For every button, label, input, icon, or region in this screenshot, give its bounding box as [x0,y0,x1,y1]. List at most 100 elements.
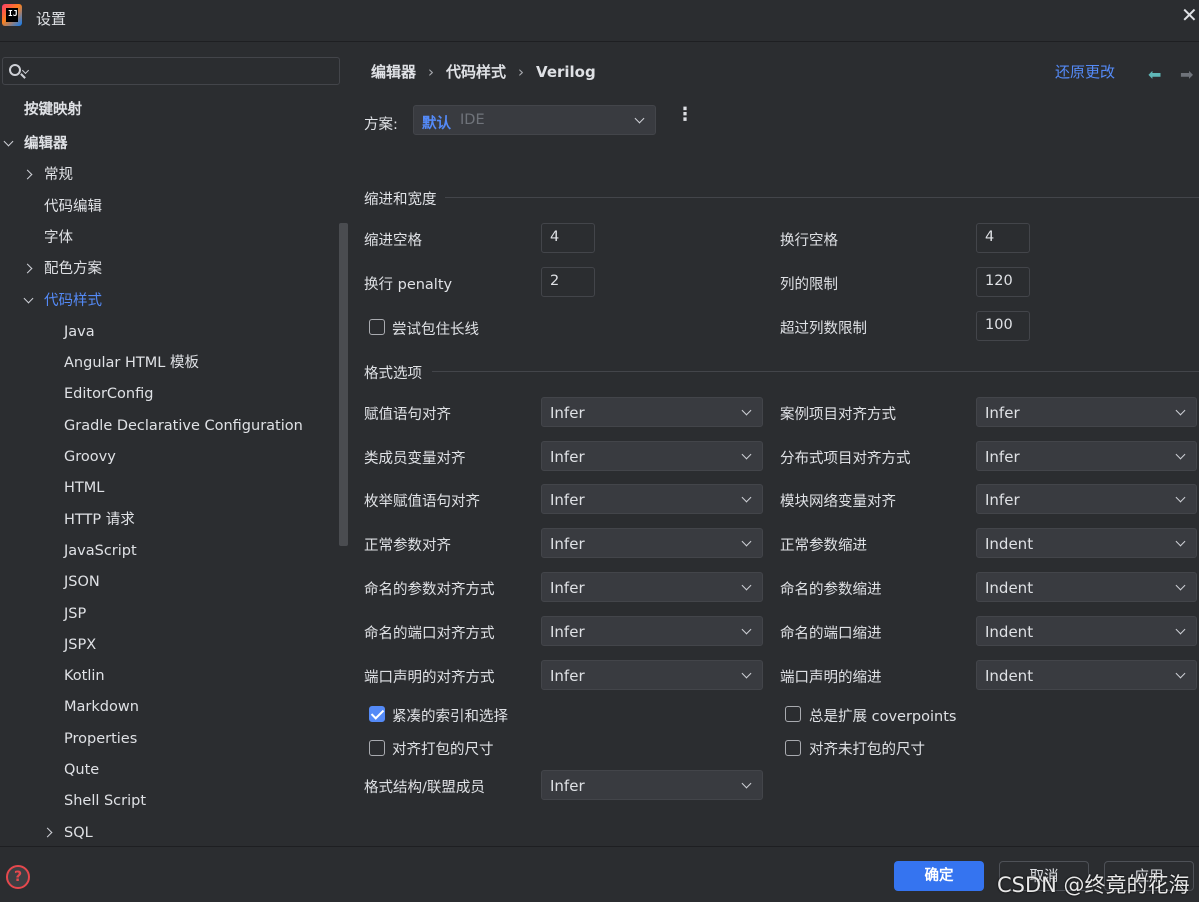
align-packed-label: 对齐打包的尺寸 [392,742,494,758]
chevron-down-icon [741,778,752,789]
format-option-label: 模块网络变量对齐 [780,494,896,510]
try-wrap-label: 尝试包住长线 [392,322,479,338]
sidebar-scrollbar[interactable] [339,223,348,546]
expand-coverpoints-checkbox[interactable] [785,706,801,722]
format-option-value: Infer [550,491,585,509]
close-icon[interactable]: ✕ [1181,4,1199,26]
format-option-dropdown[interactable]: Infer [541,572,763,602]
format-option-value: Infer [550,667,585,685]
chevron-down-icon [741,580,752,591]
search-history-chevron-icon[interactable] [21,66,30,75]
format-option-dropdown[interactable]: Infer [541,484,763,514]
settings-sidebar: 按键映射编辑器常规代码编辑字体配色方案代码样式 Java Angular HTML … [0,43,348,846]
column-limit-input[interactable]: 120 [976,267,1030,297]
format-option-dropdown[interactable]: Infer [976,484,1197,514]
sidebar-item[interactable]: HTTP 请求 [64,508,135,532]
format-option-dropdown[interactable]: Indent [976,660,1197,690]
chevron-right-icon[interactable] [42,827,53,838]
align-unpacked-checkbox[interactable] [785,740,801,756]
chevron-down-icon[interactable] [23,293,34,303]
breadcrumb-editor[interactable]: 编辑器 [371,61,416,82]
scheme-value: 默认 [422,116,451,132]
sidebar-item[interactable]: JavaScript [64,539,137,563]
sidebar-item[interactable]: Markdown [64,695,139,719]
over-column-limit-input[interactable]: 100 [976,311,1030,341]
sidebar-item[interactable]: 常规 [44,163,73,187]
chevron-down-icon [1175,668,1186,679]
sidebar-item[interactable]: Qute [64,758,99,782]
settings-search-input[interactable] [2,57,340,85]
chevron-down-icon [1175,405,1186,416]
sidebar-item[interactable]: JSON [64,570,100,594]
format-option-value: Infer [550,623,585,641]
align-packed-checkbox[interactable] [369,740,385,756]
title-bar: IJ 设置 ✕ [0,0,1199,42]
struct-union-value: Infer [550,777,585,795]
dialog-footer: ? 确定 取消 应用 CSDN @终竟的花海 [0,846,1199,902]
format-option-dropdown[interactable]: Infer [541,616,763,646]
sidebar-item[interactable]: 编辑器 [24,132,68,156]
format-option-dropdown[interactable]: Infer [541,397,763,427]
chevron-right-icon[interactable] [22,263,33,274]
sidebar-item[interactable]: Gradle Declarative Configuration [64,414,303,438]
sidebar-item[interactable]: 代码编辑 [44,195,102,219]
breadcrumb-code-style[interactable]: 代码样式 [446,61,506,82]
sidebar-item[interactable]: 配色方案 [44,257,102,281]
scheme-select[interactable]: 默认 IDE [413,105,656,135]
format-option-value: Indent [985,579,1034,597]
struct-union-dropdown[interactable]: Infer [541,770,763,800]
format-option-dropdown[interactable]: Infer [541,528,763,558]
format-option-dropdown[interactable]: Infer [976,441,1197,471]
chevron-down-icon [1175,580,1186,591]
sidebar-item[interactable]: JSP [64,602,86,626]
chevron-down-icon [634,113,645,124]
indent-input[interactable]: 4 [541,223,595,253]
sidebar-item[interactable]: Groovy [64,445,116,469]
compact-index-checkbox[interactable] [369,706,385,722]
chevron-down-icon [1175,492,1186,503]
forward-arrow-icon[interactable]: ➡ [1180,65,1193,84]
format-option-label: 枚举赋值语句对齐 [364,494,480,510]
sidebar-item-label: JSON [64,574,100,591]
reset-changes-link[interactable]: 还原更改 [1055,61,1115,82]
sidebar-item[interactable]: 按键映射 [24,98,82,122]
format-option-dropdown[interactable]: Infer [541,660,763,690]
format-option-dropdown[interactable]: Indent [976,572,1197,602]
try-wrap-checkbox[interactable] [369,319,385,335]
indent-section-title: 缩进和宽度 [364,192,437,208]
sidebar-item[interactable]: Properties [64,727,137,751]
sidebar-item[interactable]: HTML [64,476,104,500]
format-option-value: Infer [985,448,1020,466]
format-option-dropdown[interactable]: Infer [541,441,763,471]
sidebar-item[interactable]: Java [64,320,95,344]
sidebar-item-label: Groovy [64,449,116,465]
chevron-down-icon[interactable] [3,136,14,147]
format-option-dropdown[interactable]: Indent [976,528,1197,558]
breadcrumb: 编辑器 › 代码样式 › Verilog [371,61,596,82]
sidebar-item[interactable]: JSPX [64,633,96,657]
ok-button[interactable]: 确定 [894,861,984,891]
format-option-dropdown[interactable]: Indent [976,616,1197,646]
help-icon[interactable]: ? [6,865,30,889]
format-option-dropdown[interactable]: Infer [976,397,1197,427]
continuation-indent-input[interactable]: 4 [976,223,1030,253]
sidebar-item[interactable]: Kotlin [64,664,105,688]
sidebar-item[interactable]: Angular HTML 模板 [64,351,199,375]
sidebar-item[interactable]: EditorConfig [64,382,153,406]
sidebar-item[interactable]: 代码样式 [44,289,102,313]
sidebar-item[interactable]: SQL [64,821,93,845]
chevron-down-icon [741,624,752,635]
wrap-penalty-label: 换行 penalty [364,277,453,293]
wrap-penalty-input[interactable]: 2 [541,267,595,297]
sidebar-item[interactable]: Shell Script [64,789,146,813]
format-section-title: 格式选项 [364,366,422,382]
sidebar-item-label: Java [64,323,95,340]
more-options-icon[interactable]: ⋮ [676,106,694,124]
back-arrow-icon[interactable]: ⬅ [1148,65,1161,84]
chevron-right-icon[interactable] [22,169,33,180]
sidebar-item[interactable]: 字体 [44,226,73,250]
watermark: CSDN @终竟的花海 [997,873,1190,897]
format-option-value: Infer [550,404,585,422]
format-option-label: 端口声明的对齐方式 [364,670,495,686]
sidebar-item-label: SQL [64,824,93,841]
